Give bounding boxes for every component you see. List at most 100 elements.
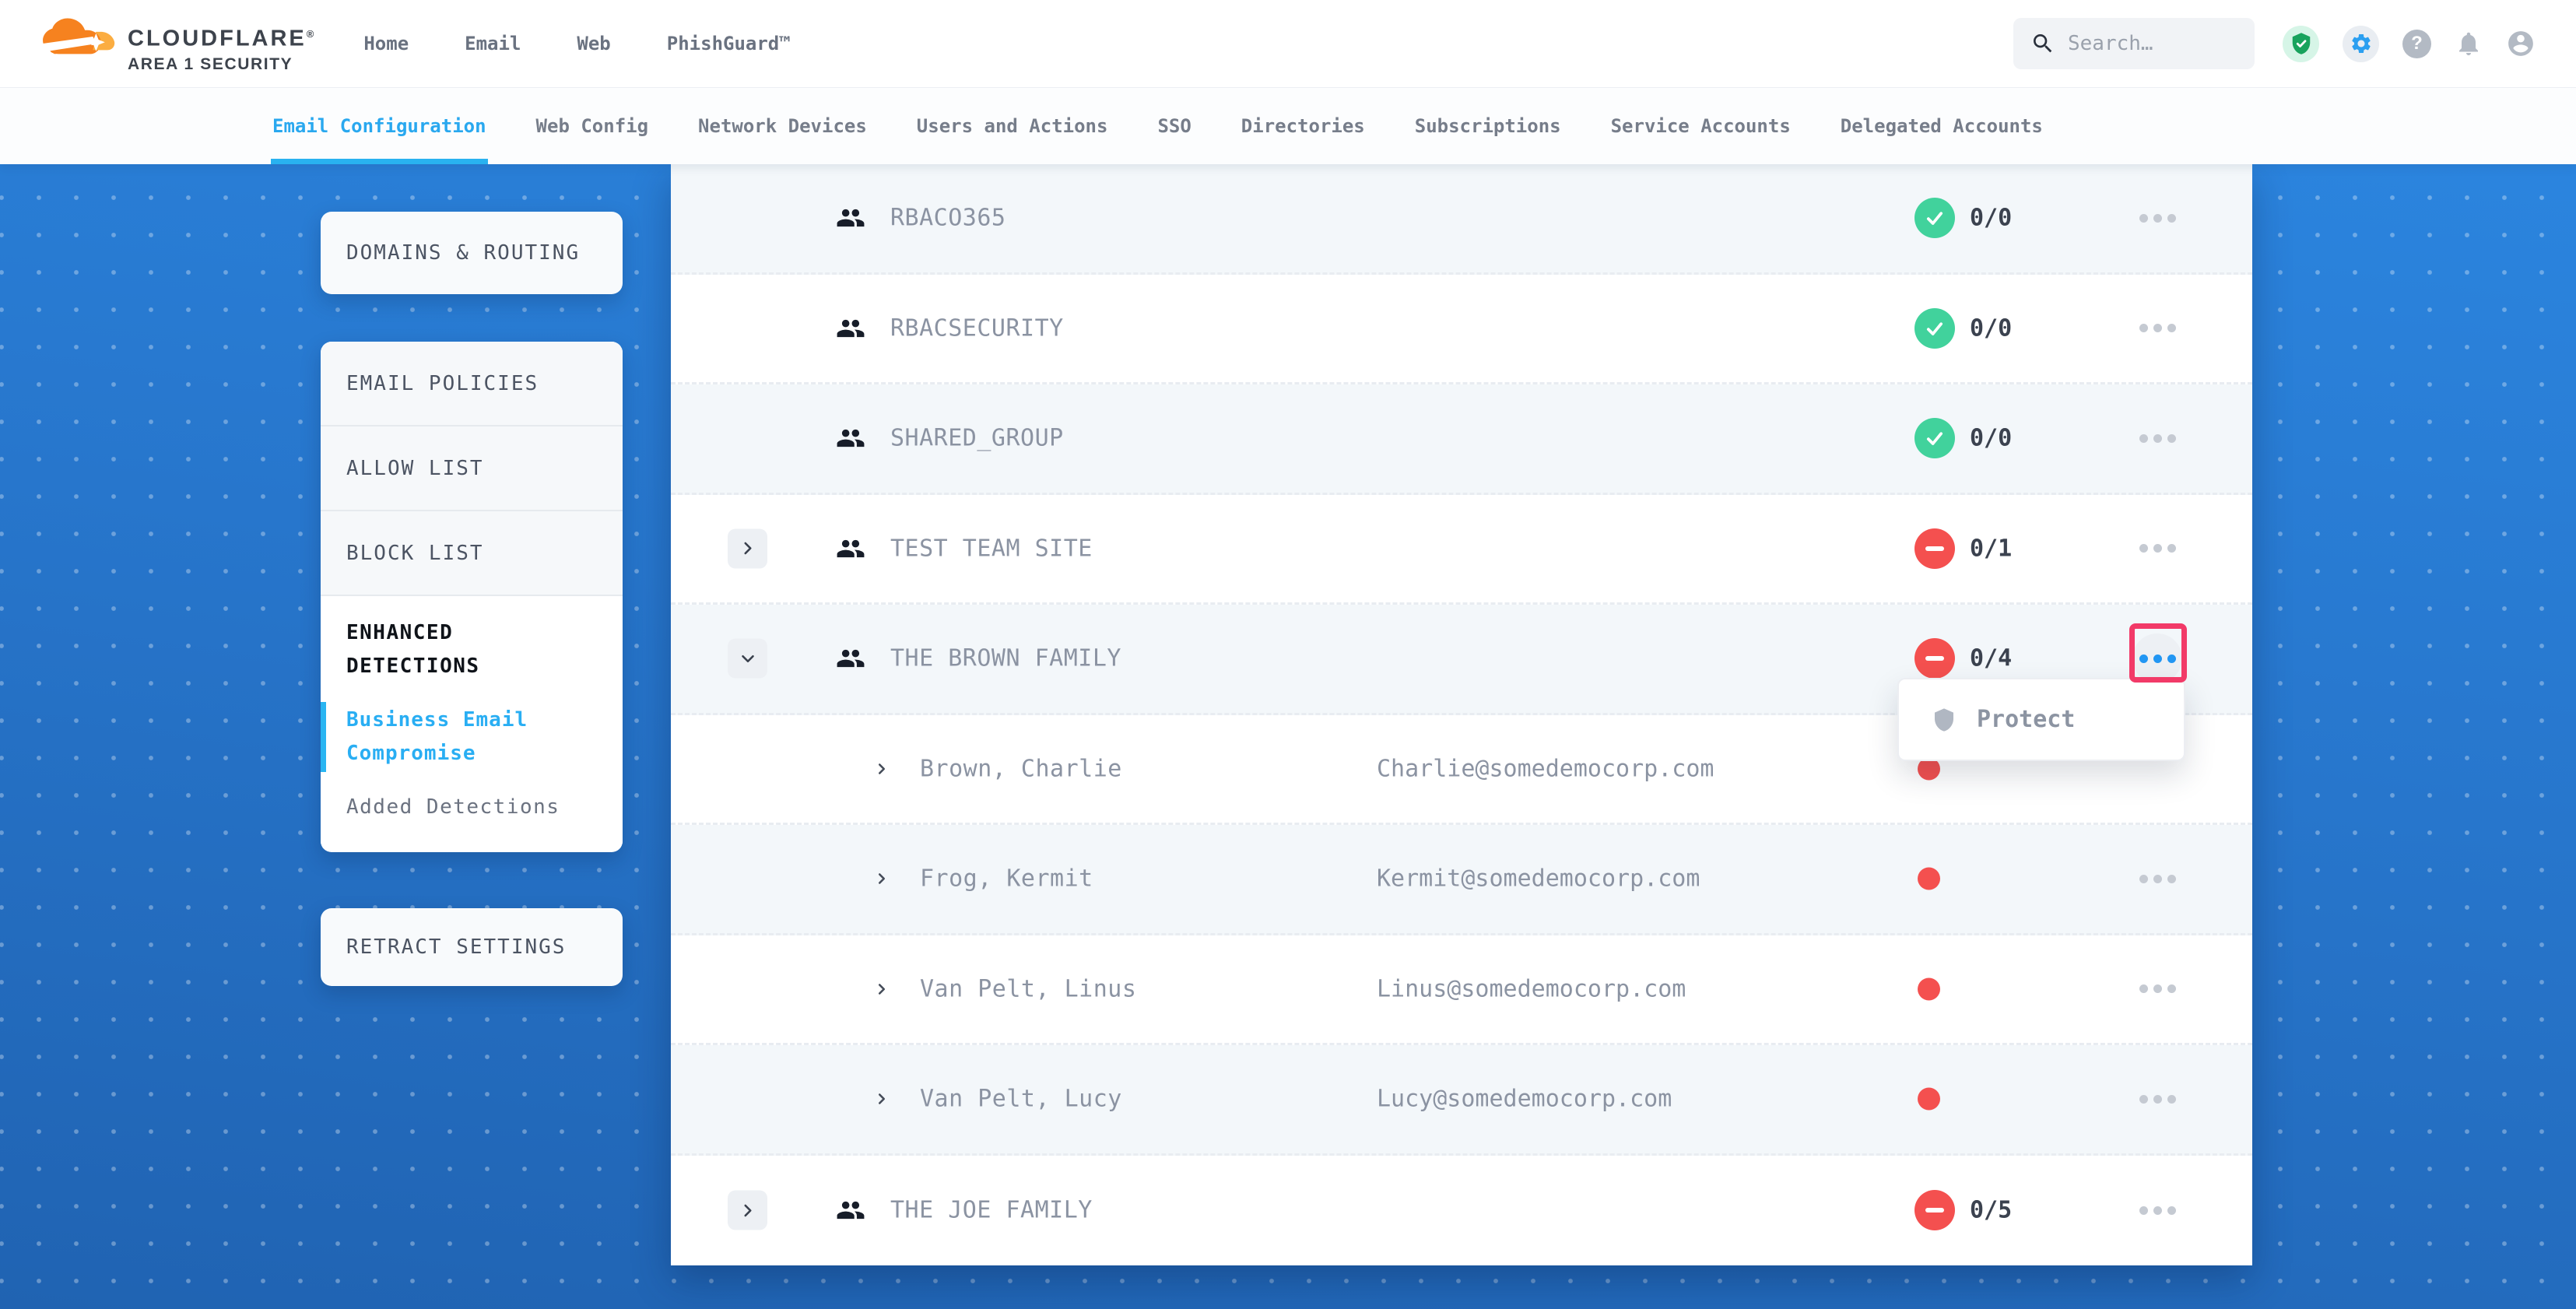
tab-web-config[interactable]: Web Config [536,87,649,164]
active-indicator-bar [321,702,326,772]
row-menu-button[interactable] [2132,964,2182,1014]
protection-shield-icon[interactable] [2283,26,2319,62]
nav-link-phishguard[interactable]: PhishGuard™ [667,33,791,54]
status-unprotected-icon [1914,638,1955,679]
protection-count: 0/0 [1970,425,2012,452]
user-email: Kermit@somedemocorp.com [1377,865,1700,893]
nav-link-email[interactable]: Email [465,33,521,54]
enhanced-detections-section: ENHANCED DETECTIONS Business Email Compr… [321,596,623,844]
table-row: TEST TEAM SITE0/1 [671,495,2252,605]
sidebar-item-domains-routing[interactable]: DOMAINS & ROUTING [321,212,623,294]
group-name: RBACSECURITY [890,314,1064,342]
sidebar: DOMAINS & ROUTING EMAIL POLICIES ALLOW L… [321,0,623,1309]
row-menu-button[interactable] [2132,304,2182,353]
brand-subtitle: AREA 1 SECURITY [128,55,314,74]
status-protected-icon [1914,418,1955,458]
tab-users-and-actions[interactable]: Users and Actions [917,87,1108,164]
nav-link-web[interactable]: Web [577,33,610,54]
chevron-right-icon [738,1200,758,1220]
protect-label: Protect [1977,706,2075,733]
chevron-right-icon[interactable] [873,870,890,887]
sidebar-item-retract-settings[interactable]: RETRACT SETTINGS [321,908,623,986]
row-menu-button[interactable] [2132,413,2182,463]
group-icon [836,534,865,563]
row-menu-button[interactable] [2132,1074,2182,1124]
expand-toggle-button[interactable] [728,639,767,679]
group-icon [836,1195,865,1225]
protection-count: 0/5 [1970,1197,2012,1224]
cloudflare-logo[interactable]: CLOUDFLARE® AREA 1 SECURITY [40,13,314,75]
group-icon [836,423,865,453]
expand-toggle-button[interactable] [728,528,767,568]
search-box[interactable] [2013,18,2255,69]
notifications-bell-icon[interactable] [2455,30,2483,58]
table-row: RBACSECURITY0/0 [671,275,2252,385]
sidebar-item-enhanced-detections[interactable]: ENHANCED DETECTIONS [346,616,580,683]
tab-subscriptions[interactable]: Subscriptions [1415,87,1561,164]
table-row: RBACO3650/0 [671,164,2252,275]
group-name: TEST TEAM SITE [890,535,1093,562]
sidebar-item-allow-list[interactable]: ALLOW LIST [321,426,623,511]
page: CLOUDFLARE® AREA 1 SECURITY Home Email Web… [0,0,2576,1309]
user-name: Brown, Charlie [920,755,1122,782]
chevron-right-icon[interactable] [873,981,890,998]
nav-link-home[interactable]: Home [363,33,409,54]
tab-service-accounts[interactable]: Service Accounts [1611,87,1791,164]
user-name: Van Pelt, Lucy [920,1086,1122,1113]
table-row: Frog, Kermit Kermit@somedemocorp.com [671,825,2252,935]
header-icons [2283,26,2536,62]
row-menu-button[interactable] [2132,854,2182,904]
tab-sso[interactable]: SSO [1157,87,1191,164]
tab-directories[interactable]: Directories [1241,87,1365,164]
sidebar-item-business-email-compromise[interactable]: Business Email Compromise [346,704,580,770]
status-unprotected-icon [1914,528,1955,569]
ellipsis-icon [2139,984,2148,993]
row-menu-button[interactable] [2132,1185,2182,1235]
tab-delegated-accounts[interactable]: Delegated Accounts [1841,87,2043,164]
ellipsis-icon [2139,434,2148,443]
user-name: Van Pelt, Linus [920,975,1136,1002]
group-name: THE BROWN FAMILY [890,645,1121,672]
ellipsis-icon [2139,1095,2148,1104]
tab-email-configuration[interactable]: Email Configuration [272,87,486,164]
tab-network-devices[interactable]: Network Devices [698,87,867,164]
user-name: Frog, Kermit [920,865,1093,893]
sidebar-policies-card: EMAIL POLICIES ALLOW LIST BLOCK LIST ENH… [321,342,623,852]
cloudflare-cloud-icon [40,18,120,58]
sidebar-item-block-list[interactable]: BLOCK LIST [321,511,623,596]
ellipsis-icon [2139,875,2148,883]
status-dot [1918,868,1940,890]
table-row: Van Pelt, Lucy Lucy@somedemocorp.com [671,1045,2252,1156]
shield-icon [1932,707,1957,732]
group-name: THE JOE FAMILY [890,1197,1093,1224]
protect-menu: Protect [1897,678,2185,761]
brand-title: CLOUDFLARE® [128,23,314,51]
expand-toggle-button[interactable] [728,1191,767,1230]
status-unprotected-icon [1914,1190,1955,1230]
user-email: Lucy@somedemocorp.com [1377,1086,1672,1113]
row-menu-button[interactable] [2132,524,2182,574]
chevron-down-icon [738,648,758,669]
protection-count: 0/4 [1970,645,2012,672]
user-email: Linus@somedemocorp.com [1377,975,1686,1002]
search-icon [2030,31,2055,56]
search-input[interactable] [2066,31,2237,56]
protection-count: 0/0 [1970,205,2012,232]
account-icon[interactable] [2506,29,2536,58]
help-icon[interactable] [2402,30,2431,58]
ellipsis-icon [2139,654,2148,663]
chevron-right-icon[interactable] [873,1090,890,1107]
groups-table: RBACO3650/0RBACSECURITY0/0SHARED_GROUP0/… [671,164,2252,1265]
ellipsis-icon [2139,544,2148,553]
protect-menu-item[interactable]: Protect [1899,679,2184,760]
row-menu-button[interactable] [2132,193,2182,243]
sidebar-item-email-policies[interactable]: EMAIL POLICIES [321,342,623,426]
status-dot [1918,1088,1940,1111]
status-dot [1918,977,1940,1000]
chevron-right-icon[interactable] [873,760,890,777]
ellipsis-icon [2139,324,2148,332]
row-menu-button[interactable] [2132,633,2182,683]
sidebar-item-added-detections[interactable]: Added Detections [346,791,580,824]
status-protected-icon [1914,198,1955,238]
settings-gear-icon[interactable] [2343,26,2379,62]
